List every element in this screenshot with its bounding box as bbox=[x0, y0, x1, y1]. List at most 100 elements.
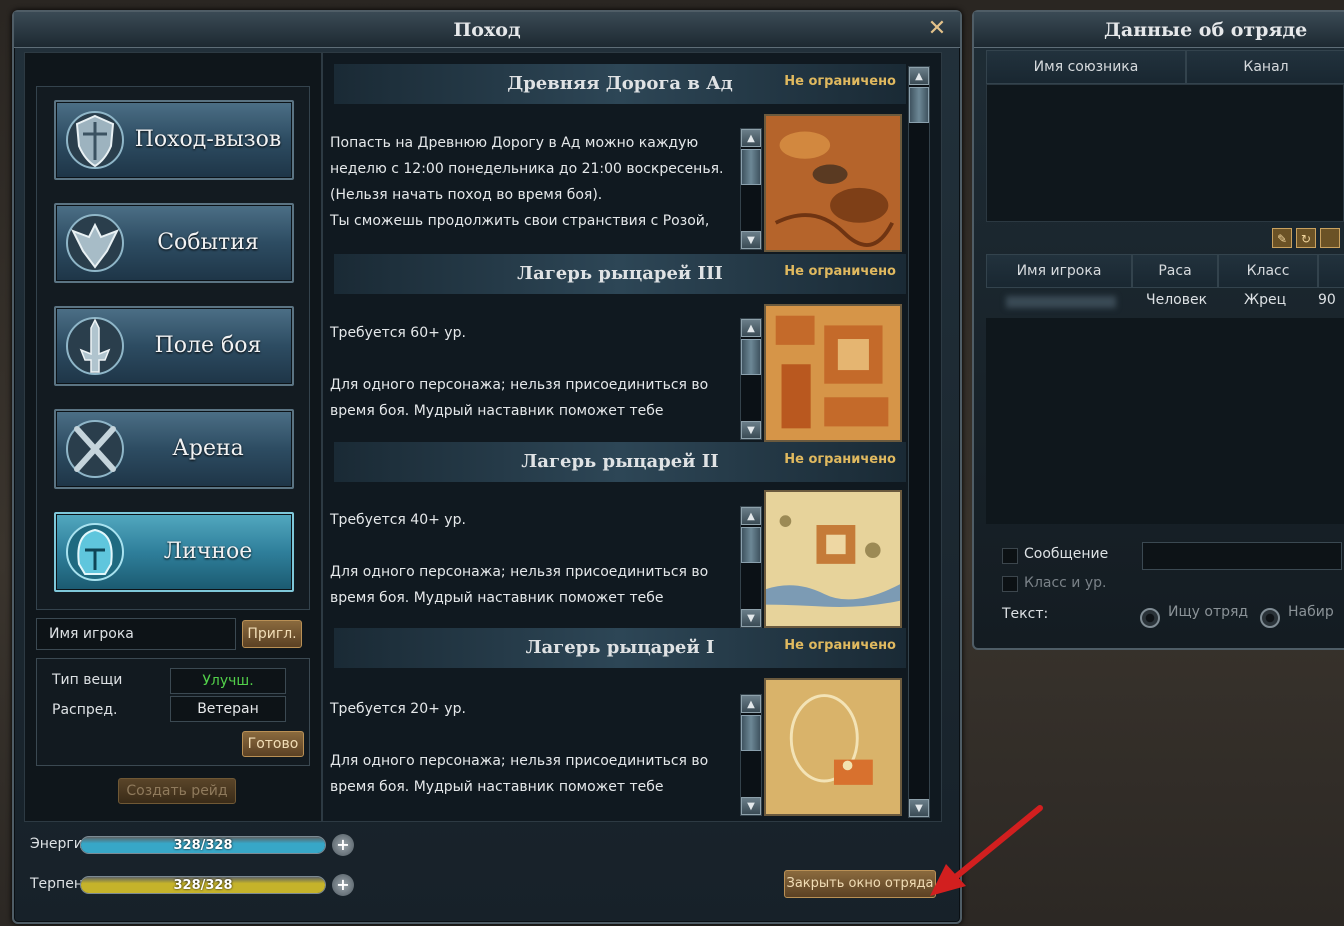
message-checkbox[interactable] bbox=[1002, 548, 1018, 564]
scroll-down-icon[interactable]: ▼ bbox=[741, 609, 761, 627]
nav-button-events[interactable]: События bbox=[54, 203, 294, 283]
scroll-down-icon[interactable]: ▼ bbox=[741, 231, 761, 249]
instance-header[interactable]: Лагерь рыцарей I Не ограничено bbox=[334, 628, 906, 668]
red-arrow-annotation bbox=[930, 805, 1043, 896]
scroll-thumb[interactable] bbox=[741, 715, 761, 751]
item-type-select[interactable]: Улучш. bbox=[170, 668, 286, 694]
player-name-header[interactable]: Имя игрока bbox=[986, 254, 1132, 288]
instance-limit: Не ограничено bbox=[784, 452, 896, 467]
description-line: Требуется 40+ ур. bbox=[330, 512, 466, 528]
scroll-down-icon[interactable]: ▼ bbox=[741, 421, 761, 439]
recruit-label: Набир bbox=[1288, 604, 1334, 620]
message-input[interactable] bbox=[1142, 542, 1342, 570]
class-level-checkbox[interactable] bbox=[1002, 576, 1018, 592]
scroll-thumb[interactable] bbox=[909, 87, 929, 123]
instance-limit: Не ограничено bbox=[784, 74, 896, 89]
instance-header[interactable]: Лагерь рыцарей II Не ограничено bbox=[334, 442, 906, 482]
instance-header[interactable]: Лагерь рыцарей III Не ограничено bbox=[334, 254, 906, 294]
instance-list-scrollbar[interactable]: ▲ ▼ bbox=[908, 66, 930, 818]
patience-bar: 328/328 bbox=[80, 876, 326, 894]
energy-bar: 328/328 bbox=[80, 836, 326, 854]
edit-icon[interactable]: ✎ bbox=[1272, 228, 1292, 248]
shield-icon bbox=[66, 111, 124, 169]
add-energy-icon[interactable]: + bbox=[332, 834, 354, 856]
instance-description: Требуется 20+ ур. Для одного персонажа; … bbox=[330, 696, 740, 800]
create-raid-button[interactable]: Создать рейд bbox=[118, 778, 236, 804]
description-line: время боя. Мудрый наставник поможет тебе bbox=[330, 779, 664, 795]
scroll-up-icon[interactable]: ▲ bbox=[909, 67, 929, 85]
invite-button[interactable]: Пригл. bbox=[242, 620, 302, 648]
level-cell: 90 bbox=[1318, 292, 1336, 308]
description-line: Для одного персонажа; нельзя присоединит… bbox=[330, 564, 709, 580]
description-line: (Нельзя начать поход во время боя). bbox=[330, 187, 603, 203]
crossed-swords-icon bbox=[66, 420, 124, 478]
description-scrollbar[interactable]: ▲ ▼ bbox=[740, 506, 762, 628]
instance-description: Попасть на Древнюю Дорогу в Ад можно каж… bbox=[330, 130, 740, 234]
nav-button-expedition[interactable]: Поход-вызов bbox=[54, 100, 294, 180]
instance-map-image bbox=[764, 490, 902, 628]
scroll-thumb[interactable] bbox=[741, 149, 761, 185]
scroll-down-icon[interactable]: ▼ bbox=[741, 797, 761, 815]
player-list bbox=[986, 318, 1344, 524]
channel-header[interactable]: Канал bbox=[1186, 50, 1344, 84]
distribution-label: Распред. bbox=[52, 702, 118, 718]
scroll-up-icon[interactable]: ▲ bbox=[741, 129, 761, 147]
item-type-label: Тип вещи bbox=[52, 672, 123, 688]
sword-hilt-icon bbox=[66, 317, 124, 375]
scroll-up-icon[interactable]: ▲ bbox=[741, 507, 761, 525]
ally-list bbox=[986, 84, 1344, 222]
description-line: неделю с 12:00 понедельника до 21:00 вос… bbox=[330, 161, 724, 177]
scroll-up-icon[interactable]: ▲ bbox=[741, 319, 761, 337]
energy-value: 328/328 bbox=[173, 838, 233, 853]
description-scrollbar[interactable]: ▲ ▼ bbox=[740, 318, 762, 440]
class-cell: Жрец bbox=[1244, 292, 1287, 308]
seek-party-radio[interactable] bbox=[1140, 608, 1160, 628]
instance-description: Требуется 60+ ур. Для одного персонажа; … bbox=[330, 320, 740, 424]
refresh-icon[interactable]: ↻ bbox=[1296, 228, 1316, 248]
recruit-radio[interactable] bbox=[1260, 608, 1280, 628]
nav-button-personal[interactable]: Личное bbox=[54, 512, 294, 592]
instance-map-image bbox=[764, 678, 902, 816]
scroll-thumb[interactable] bbox=[741, 527, 761, 563]
patience-value: 328/328 bbox=[173, 878, 233, 893]
instance-limit: Не ограничено bbox=[784, 264, 896, 279]
description-line: время боя. Мудрый наставник поможет тебе bbox=[330, 403, 664, 419]
description-line: Требуется 60+ ур. bbox=[330, 325, 466, 341]
nav-button-arena[interactable]: Арена bbox=[54, 409, 294, 489]
nav-label: Поле боя bbox=[154, 333, 262, 358]
nav-label: Поход-вызов bbox=[134, 127, 282, 152]
player-name-label: Имя игрока bbox=[49, 626, 134, 642]
table-row[interactable]: Человек Жрец 90 bbox=[986, 288, 1344, 316]
scroll-thumb[interactable] bbox=[741, 339, 761, 375]
instance-map-image bbox=[764, 304, 902, 442]
description-scrollbar[interactable]: ▲ ▼ bbox=[740, 128, 762, 250]
description-line bbox=[330, 533, 740, 559]
add-patience-icon[interactable]: + bbox=[332, 874, 354, 896]
description-line: Ты сможешь продолжить свои странствия с … bbox=[330, 213, 710, 229]
instance-header[interactable]: Древняя Дорога в Ад Не ограничено bbox=[334, 64, 906, 104]
class-level-label: Класс и ур. bbox=[1024, 575, 1107, 591]
race-header[interactable]: Раса bbox=[1132, 254, 1218, 288]
distribution-select[interactable]: Ветеран bbox=[170, 696, 286, 722]
window-title: Поход bbox=[14, 12, 960, 48]
message-label: Сообщение bbox=[1024, 546, 1109, 562]
description-line: Попасть на Древнюю Дорогу в Ад можно каж… bbox=[330, 135, 699, 151]
nav-button-battlefield[interactable]: Поле боя bbox=[54, 306, 294, 386]
level-header[interactable] bbox=[1318, 254, 1344, 288]
player-name-input[interactable]: Имя игрока bbox=[36, 618, 236, 650]
tool-icon[interactable] bbox=[1320, 228, 1340, 248]
nav-label: Личное bbox=[163, 539, 253, 564]
blurred-player-name bbox=[1006, 296, 1116, 308]
party-window-title: Данные об отряде bbox=[974, 12, 1344, 48]
seek-party-label: Ищу отряд bbox=[1168, 604, 1249, 620]
instance-map-image bbox=[764, 114, 902, 252]
class-header[interactable]: Класс bbox=[1218, 254, 1318, 288]
ally-name-header[interactable]: Имя союзника bbox=[986, 50, 1186, 84]
description-line: Для одного персонажа; нельзя присоединит… bbox=[330, 377, 709, 393]
ready-button[interactable]: Готово bbox=[242, 731, 304, 757]
mask-icon bbox=[66, 214, 124, 272]
helmet-icon bbox=[66, 523, 124, 581]
scroll-up-icon[interactable]: ▲ bbox=[741, 695, 761, 713]
close-icon[interactable]: ✕ bbox=[924, 16, 950, 42]
description-scrollbar[interactable]: ▲ ▼ bbox=[740, 694, 762, 816]
